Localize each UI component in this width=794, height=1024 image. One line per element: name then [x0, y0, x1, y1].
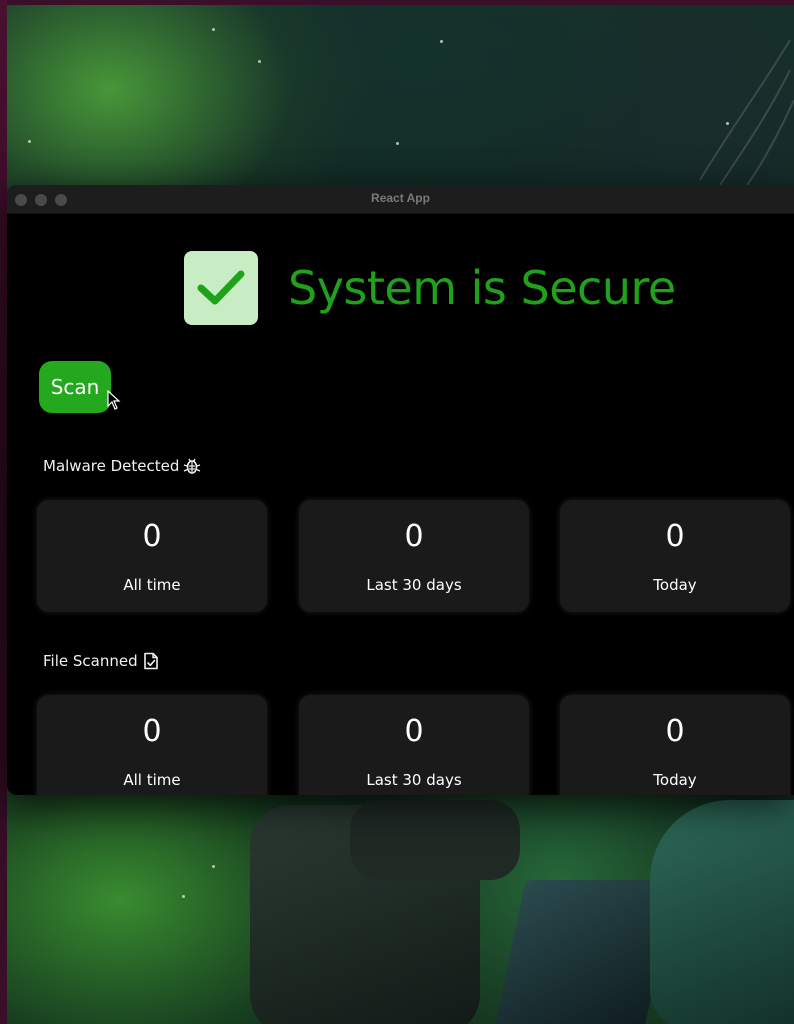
files-section-label: File Scanned [43, 652, 160, 670]
stat-label: All time [123, 576, 181, 594]
files-last-30-days-card: 0 Last 30 days [299, 695, 529, 795]
malware-section-label: Malware Detected [43, 457, 201, 475]
stat-value: 0 [142, 714, 162, 749]
malware-last-30-days-card: 0 Last 30 days [299, 500, 529, 612]
stat-label: All time [123, 771, 181, 789]
wallpaper-star [28, 140, 31, 143]
bug-icon [183, 457, 201, 475]
stat-value: 0 [142, 519, 162, 554]
stat-label: Last 30 days [366, 576, 462, 594]
window-titlebar[interactable]: React App [7, 185, 794, 214]
stat-label: Today [653, 576, 697, 594]
wallpaper-figure-shard [494, 880, 676, 1024]
wallpaper-branches [699, 39, 794, 189]
app-window: React App System is Secure Scan Malware … [7, 185, 794, 795]
files-label-text: File Scanned [43, 652, 138, 670]
stat-label: Last 30 days [366, 771, 462, 789]
files-today-card: 0 Today [560, 695, 790, 795]
stat-label: Today [653, 771, 697, 789]
malware-today-card: 0 Today [560, 500, 790, 612]
wallpaper-edge-top [0, 0, 794, 5]
wallpaper-figure-shoulder [650, 800, 794, 1024]
malware-all-time-card: 0 All time [37, 500, 267, 612]
wallpaper-star [258, 60, 261, 63]
wallpaper-star [182, 895, 185, 898]
file-check-icon [142, 652, 160, 670]
stat-value: 0 [404, 519, 424, 554]
wallpaper-star [212, 28, 215, 31]
malware-label-text: Malware Detected [43, 457, 180, 475]
stat-value: 0 [665, 714, 685, 749]
wallpaper-edge-left [0, 0, 7, 1024]
mouse-cursor-icon [107, 390, 121, 410]
wallpaper-figure-arm [350, 800, 520, 880]
app-content: System is Secure Scan Malware Detected 0… [7, 214, 794, 795]
status-title: System is Secure [288, 261, 676, 315]
checkmark-icon [184, 251, 258, 325]
stat-value: 0 [665, 519, 685, 554]
wallpaper-star [212, 865, 215, 868]
wallpaper-star [440, 40, 443, 43]
files-all-time-card: 0 All time [37, 695, 267, 795]
scan-button[interactable]: Scan [39, 361, 111, 413]
wallpaper-star [396, 142, 399, 145]
stat-value: 0 [404, 714, 424, 749]
security-status: System is Secure [184, 251, 676, 325]
window-title: React App [371, 191, 430, 205]
